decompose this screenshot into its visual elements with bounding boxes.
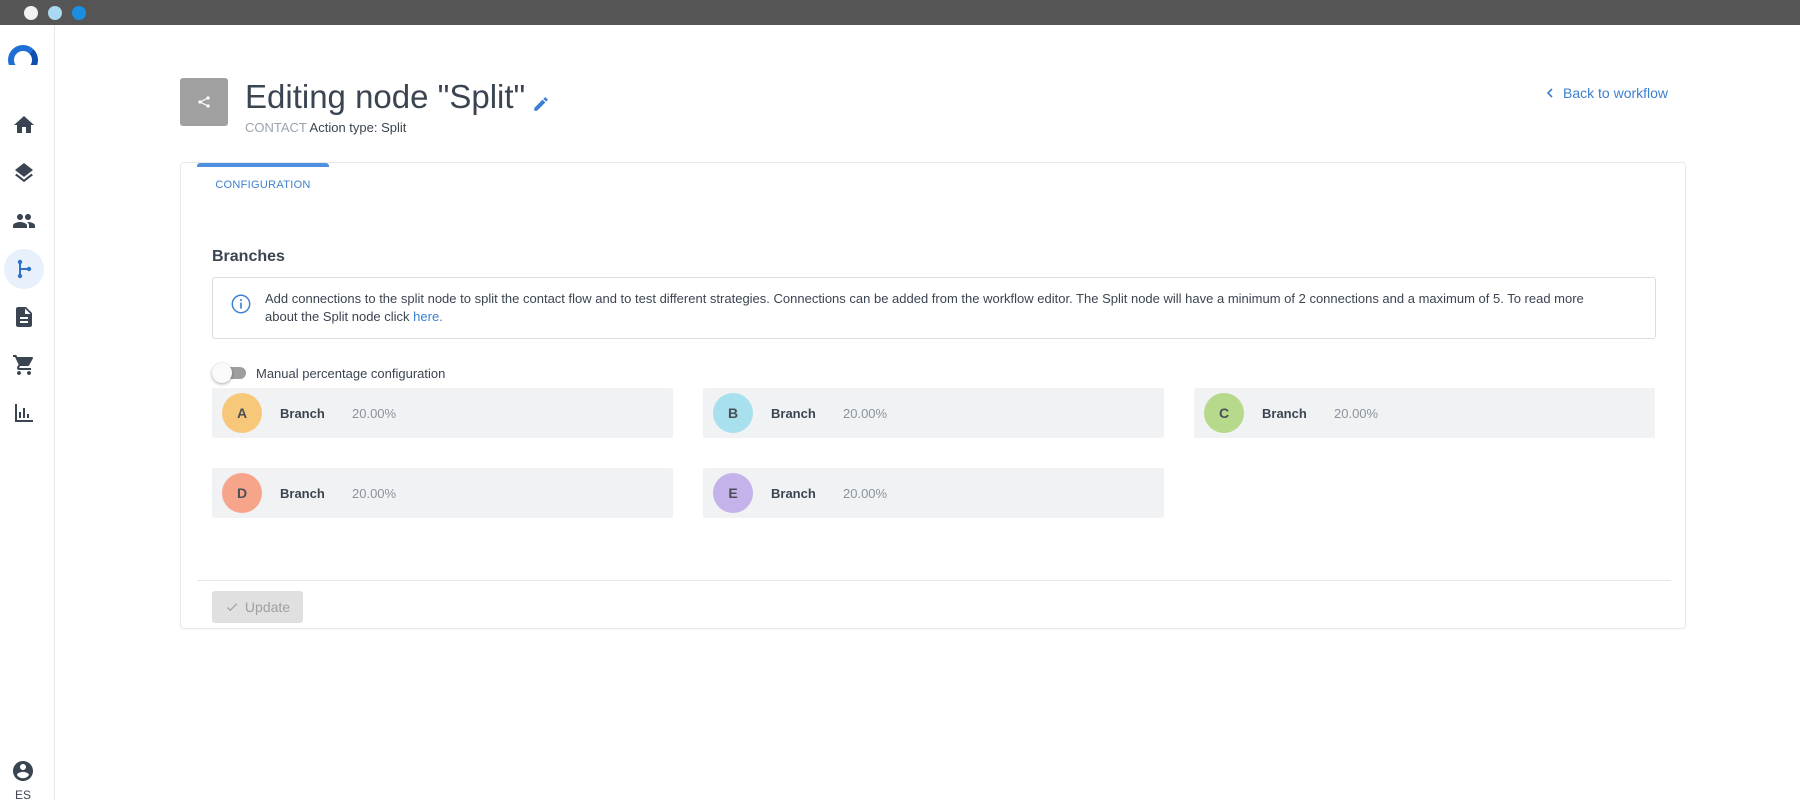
tab-configuration[interactable]: CONFIGURATION (197, 163, 329, 199)
branch-percentage: 20.00% (352, 405, 397, 421)
bar-chart-icon (15, 404, 33, 422)
workflow-icon (17, 259, 32, 279)
branch-percentage: 20.00% (843, 405, 888, 421)
check-icon (226, 603, 238, 612)
manual-percentage-toggle[interactable] (212, 363, 246, 383)
window-close-button[interactable] (24, 6, 38, 20)
branch-card-c: C Branch 20.00% (1194, 388, 1655, 438)
sidebar-item-shop[interactable] (4, 345, 44, 385)
branch-card-a: A Branch 20.00% (212, 388, 673, 438)
sidebar-item-contacts[interactable] (4, 201, 44, 241)
node-action-type: Action type: Split (309, 120, 407, 135)
window-maximize-button[interactable] (72, 6, 86, 20)
window-minimize-button[interactable] (48, 6, 62, 20)
toggle-knob (212, 363, 232, 383)
branch-card-b: B Branch 20.00% (703, 388, 1164, 438)
branch-label: Branch (1262, 405, 1307, 421)
chevron-left-icon (1546, 88, 1553, 98)
info-here-link[interactable]: here. (413, 309, 443, 324)
account-circle-icon (13, 761, 33, 781)
branch-label: Branch (280, 405, 325, 421)
manual-percentage-label: Manual percentage configuration (256, 365, 446, 381)
branch-card-d: D Branch 20.00% (212, 468, 673, 518)
info-icon (231, 294, 251, 314)
sidebar-item-analytics[interactable] (4, 393, 44, 433)
sidebar-item-workflows[interactable] (4, 249, 44, 289)
app-logo[interactable] (8, 45, 38, 65)
cart-icon (13, 355, 34, 375)
branch-label: Branch (771, 405, 816, 421)
layers-icon (15, 163, 33, 183)
branches-section-title: Branches (212, 248, 285, 265)
manual-percentage-row: Manual percentage configuration (212, 363, 446, 383)
branch-letter-badge: B (713, 393, 753, 433)
sidebar: ES (0, 25, 55, 800)
node-kind: CONTACT (245, 120, 307, 135)
node-subtitle: CONTACT Action type: Split (245, 120, 406, 135)
branch-percentage: 20.00% (352, 485, 397, 501)
info-text: Add connections to the split node to spl… (265, 291, 1584, 324)
page-title: Editing node "Split" (245, 78, 526, 115)
user-menu[interactable]: ES (0, 759, 46, 800)
configuration-card: CONFIGURATION Branches Add connections t… (180, 162, 1686, 629)
sidebar-item-documents[interactable] (4, 297, 44, 337)
branch-letter-badge: E (713, 473, 753, 513)
split-icon (198, 96, 210, 108)
branch-letter-badge: D (222, 473, 262, 513)
branch-percentage: 20.00% (843, 485, 888, 501)
node-type-icon (180, 78, 228, 126)
card-footer-divider (197, 580, 1671, 581)
sidebar-item-layers[interactable] (4, 153, 44, 193)
language-label[interactable]: ES (0, 788, 46, 800)
branch-label: Branch (771, 485, 816, 501)
branch-label: Branch (280, 485, 325, 501)
sidebar-item-home[interactable] (4, 105, 44, 145)
branch-card-e: E Branch 20.00% (703, 468, 1164, 518)
branch-letter-badge: A (222, 393, 262, 433)
document-icon (16, 307, 32, 327)
edit-title-icon[interactable] (532, 95, 550, 113)
home-icon (14, 116, 34, 133)
people-icon (13, 214, 35, 228)
back-to-workflow-label[interactable]: Back to workflow (1563, 85, 1668, 101)
update-button[interactable]: Update (212, 591, 303, 623)
update-button-label: Update (244, 599, 291, 615)
branch-percentage: 20.00% (1334, 405, 1379, 421)
back-to-workflow-link[interactable]: Back to workflow (1545, 85, 1668, 101)
window-titlebar (0, 0, 1800, 25)
branch-letter-badge: C (1204, 393, 1244, 433)
split-info-box: Add connections to the split node to spl… (212, 277, 1656, 339)
